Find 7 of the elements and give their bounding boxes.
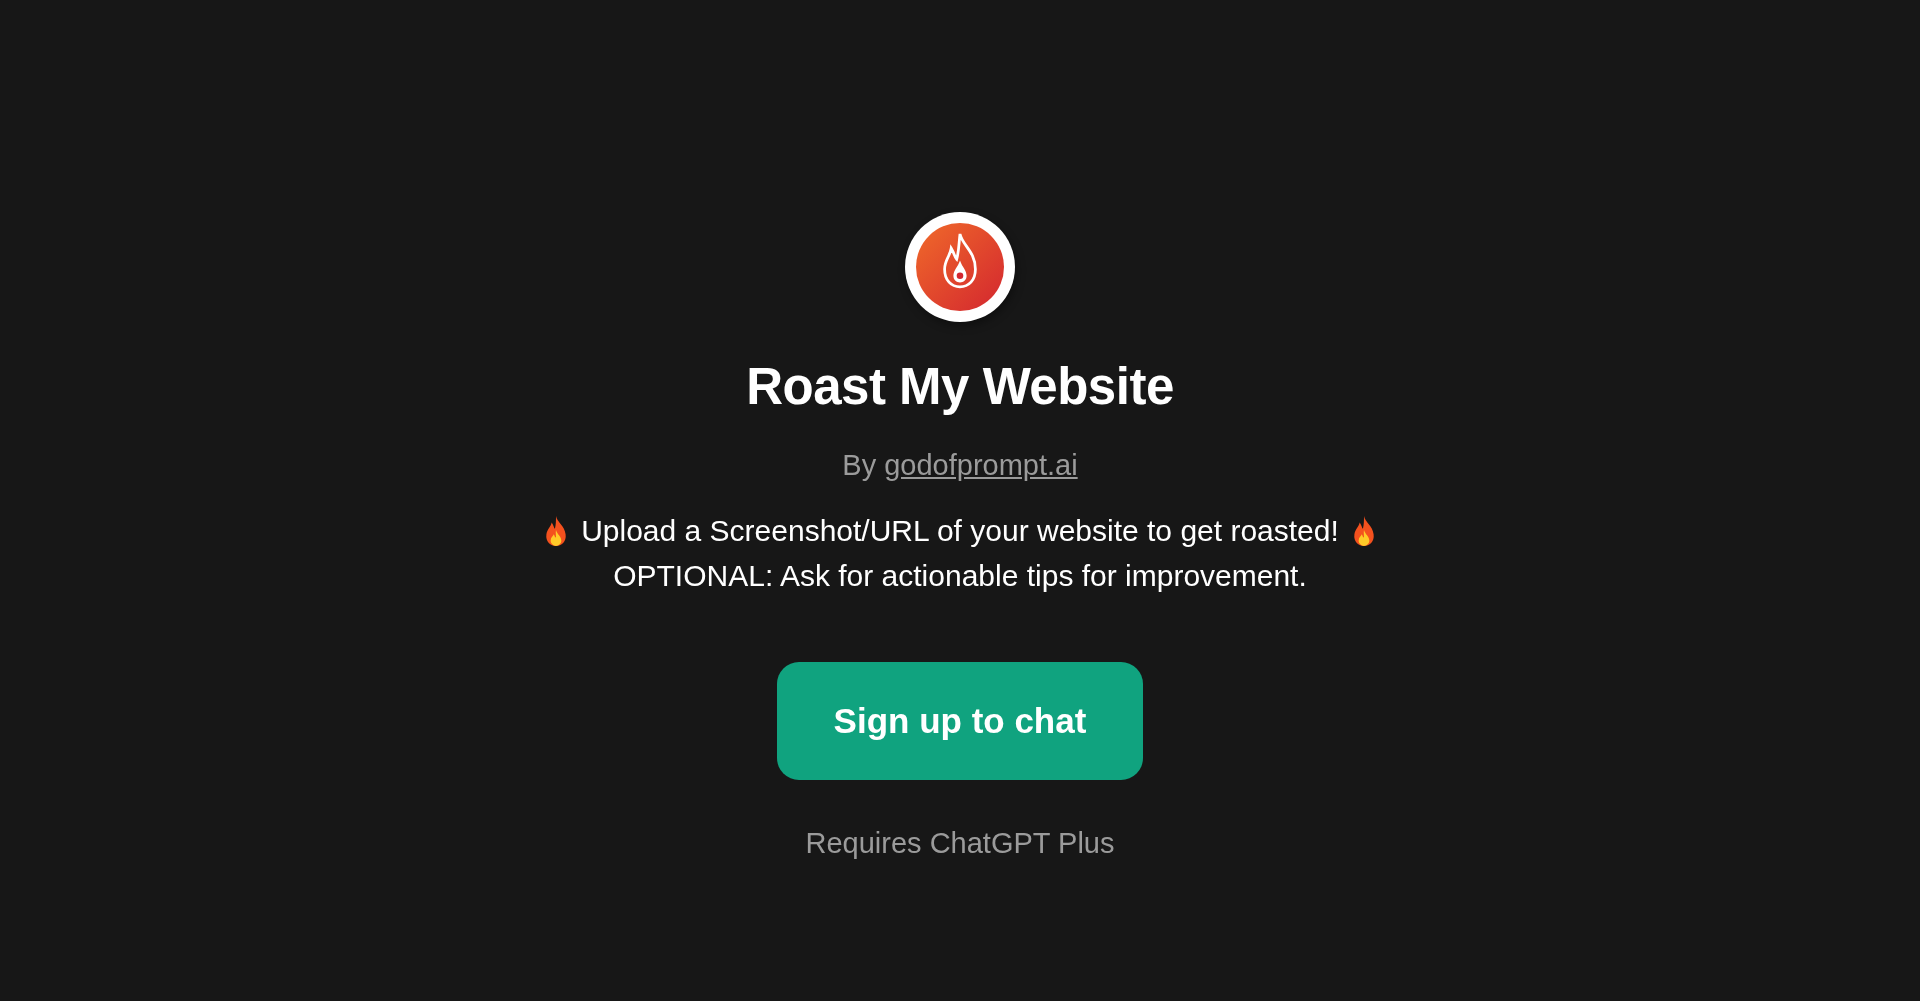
logo-icon: [905, 212, 1015, 322]
author-link[interactable]: godofprompt.ai: [884, 446, 1078, 484]
author-label: By: [842, 448, 877, 483]
app-title: Roast My Website: [746, 357, 1174, 417]
description-text: Upload a Screenshot/URL of your website to get roasted!: [581, 513, 1339, 549]
requirement-note: Requires ChatGPT Plus: [805, 826, 1115, 861]
description-text: OPTIONAL: Ask for actionable tips for improvement.: [613, 558, 1307, 594]
